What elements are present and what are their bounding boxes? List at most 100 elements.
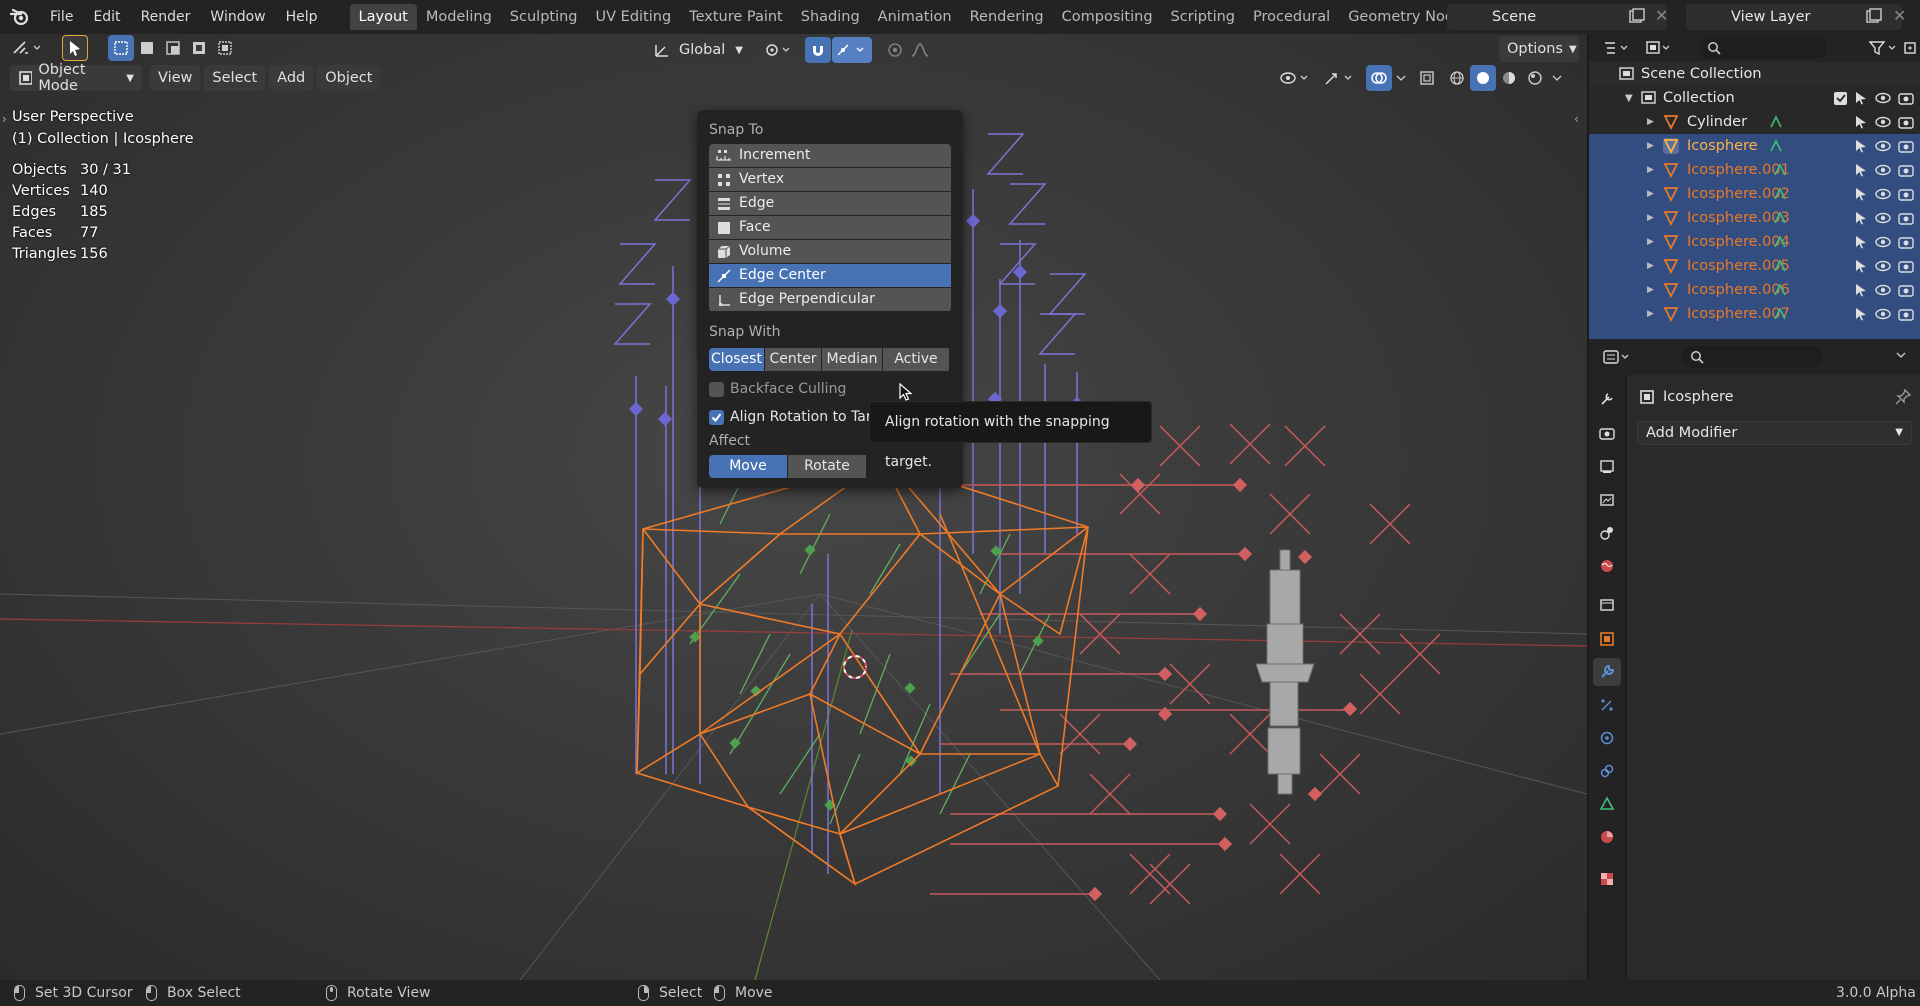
visibility-eye-icon[interactable]	[1875, 139, 1891, 153]
tab-animation[interactable]: Animation	[869, 4, 961, 30]
tab-render[interactable]	[1593, 419, 1621, 447]
outliner-object-row[interactable]: ▶ Icosphere.002	[1589, 182, 1920, 206]
overlays-toggle-icon[interactable]	[1366, 65, 1392, 91]
tab-output[interactable]	[1593, 453, 1621, 481]
editor-type-icon[interactable]	[8, 35, 48, 61]
outliner-collection[interactable]: ▼ Collection	[1589, 86, 1920, 110]
tab-physics[interactable]	[1593, 724, 1621, 752]
tab-material[interactable]	[1593, 823, 1621, 851]
pivot-point-icon[interactable]	[761, 37, 797, 63]
tab-view-layer[interactable]	[1593, 486, 1621, 514]
rendered-shading-icon[interactable]	[1522, 65, 1548, 91]
selectable-arrow-icon[interactable]	[1854, 283, 1868, 297]
expand-arrow-icon[interactable]: ▶	[1647, 261, 1654, 271]
render-camera-icon[interactable]	[1898, 307, 1914, 321]
outliner-object-row[interactable]: ▶ Icosphere.006	[1589, 278, 1920, 302]
tab-scripting[interactable]: Scripting	[1162, 4, 1244, 30]
outliner-object-row[interactable]: ▶ Icosphere.003	[1589, 206, 1920, 230]
blender-logo-icon[interactable]	[0, 0, 40, 34]
tab-uv-editing[interactable]: UV Editing	[587, 4, 681, 30]
render-camera-icon[interactable]	[1898, 139, 1914, 153]
outliner-object-row[interactable]: ▶ Icosphere	[1589, 134, 1920, 158]
outliner-search-input[interactable]	[1699, 37, 1827, 59]
render-camera-icon[interactable]	[1898, 91, 1914, 105]
selectable-arrow-icon[interactable]	[1854, 115, 1868, 129]
tab-constraints[interactable]	[1593, 757, 1621, 785]
menu-window[interactable]: Window	[200, 0, 275, 34]
solid-shading-icon[interactable]	[1470, 65, 1496, 91]
render-camera-icon[interactable]	[1898, 187, 1914, 201]
tab-texture[interactable]	[1593, 865, 1621, 893]
tab-scene[interactable]	[1593, 519, 1621, 547]
mesh-data-icon[interactable]	[1773, 259, 1787, 273]
render-camera-icon[interactable]	[1898, 235, 1914, 249]
visibility-eye-icon[interactable]	[1875, 235, 1891, 249]
menu-help[interactable]: Help	[276, 0, 328, 34]
select-intersect-icon[interactable]	[212, 35, 238, 61]
delete-scene-icon[interactable]: ✕	[1655, 6, 1668, 25]
render-camera-icon[interactable]	[1898, 211, 1914, 225]
mesh-data-icon[interactable]	[1769, 115, 1783, 129]
mode-dropdown[interactable]: Object Mode ▼	[10, 62, 142, 94]
mesh-data-icon[interactable]	[1769, 139, 1783, 153]
select-new-icon[interactable]	[108, 35, 134, 61]
options-dropdown[interactable]: Options ▼	[1499, 36, 1579, 62]
outliner-scene-collection[interactable]: Scene Collection	[1589, 62, 1920, 86]
properties-search-input[interactable]	[1682, 346, 1822, 368]
falloff-icon[interactable]	[908, 37, 934, 63]
snap-toggle-icon[interactable]	[804, 37, 831, 63]
expand-arrow-icon[interactable]: ▶	[1647, 237, 1654, 247]
selectable-arrow-icon[interactable]	[1854, 139, 1868, 153]
selectable-arrow-icon[interactable]	[1854, 163, 1868, 177]
mesh-data-icon[interactable]	[1773, 163, 1787, 177]
toolbar-toggle-icon[interactable]: ›	[2, 112, 7, 126]
tab-particles[interactable]	[1593, 691, 1621, 719]
xray-toggle-icon[interactable]	[1414, 65, 1440, 91]
tab-texture-paint[interactable]: Texture Paint	[680, 4, 792, 30]
tab-data[interactable]	[1593, 790, 1621, 818]
expand-arrow-icon[interactable]: ▶	[1647, 309, 1654, 319]
tab-compositing[interactable]: Compositing	[1053, 4, 1162, 30]
visibility-eye-icon[interactable]	[1875, 115, 1891, 129]
selectable-arrow-icon[interactable]	[1854, 91, 1868, 105]
render-camera-icon[interactable]	[1898, 163, 1914, 177]
3d-viewport[interactable]: Global ▼ Options ▼ Object Mode ▼ View Se…	[0, 34, 1587, 980]
selectable-arrow-icon[interactable]	[1854, 307, 1868, 321]
render-camera-icon[interactable]	[1898, 283, 1914, 297]
object-menu[interactable]: Object	[317, 65, 381, 91]
menu-file[interactable]: File	[40, 0, 83, 34]
display-mode-icon[interactable]	[1641, 35, 1679, 61]
select-menu[interactable]: Select	[204, 65, 266, 91]
outliner-object-row[interactable]: ▶ Cylinder	[1589, 110, 1920, 134]
visibility-selectability-icon[interactable]	[1276, 65, 1316, 91]
mesh-data-icon[interactable]	[1773, 187, 1787, 201]
expand-arrow-icon[interactable]: ▶	[1647, 117, 1654, 127]
expand-arrow-icon[interactable]: ▶	[1647, 189, 1654, 199]
tab-rendering[interactable]: Rendering	[961, 4, 1053, 30]
material-preview-icon[interactable]	[1496, 65, 1522, 91]
tab-shading[interactable]: Shading	[792, 4, 869, 30]
tab-collection[interactable]	[1593, 591, 1621, 619]
tab-world[interactable]	[1593, 552, 1621, 580]
shading-dropdown-icon[interactable]	[1548, 65, 1566, 91]
expand-arrow-icon[interactable]: ▶	[1647, 213, 1654, 223]
mesh-data-icon[interactable]	[1773, 211, 1787, 225]
tab-procedural[interactable]: Procedural	[1244, 4, 1339, 30]
chevron-down-icon[interactable]	[1895, 348, 1907, 364]
outliner-object-row[interactable]: ▶ Icosphere.004	[1589, 230, 1920, 254]
outliner-editor-type-icon[interactable]	[1599, 35, 1637, 61]
render-camera-icon[interactable]	[1898, 115, 1914, 129]
mesh-data-icon[interactable]	[1773, 235, 1787, 249]
exclude-checkbox[interactable]	[1834, 91, 1847, 105]
orientation-dropdown[interactable]: Global ▼	[645, 37, 751, 63]
selectable-arrow-icon[interactable]	[1854, 187, 1868, 201]
tab-tool[interactable]	[1593, 385, 1621, 413]
select-extend-icon[interactable]	[134, 35, 160, 61]
snap-with-active[interactable]: Active	[883, 348, 949, 371]
select-subtract-icon[interactable]	[160, 35, 186, 61]
selectable-arrow-icon[interactable]	[1854, 259, 1868, 273]
selectable-arrow-icon[interactable]	[1854, 211, 1868, 225]
menu-edit[interactable]: Edit	[83, 0, 130, 34]
snap-element-dropdown[interactable]	[831, 37, 872, 63]
delete-view-layer-icon[interactable]: ✕	[1893, 6, 1906, 25]
